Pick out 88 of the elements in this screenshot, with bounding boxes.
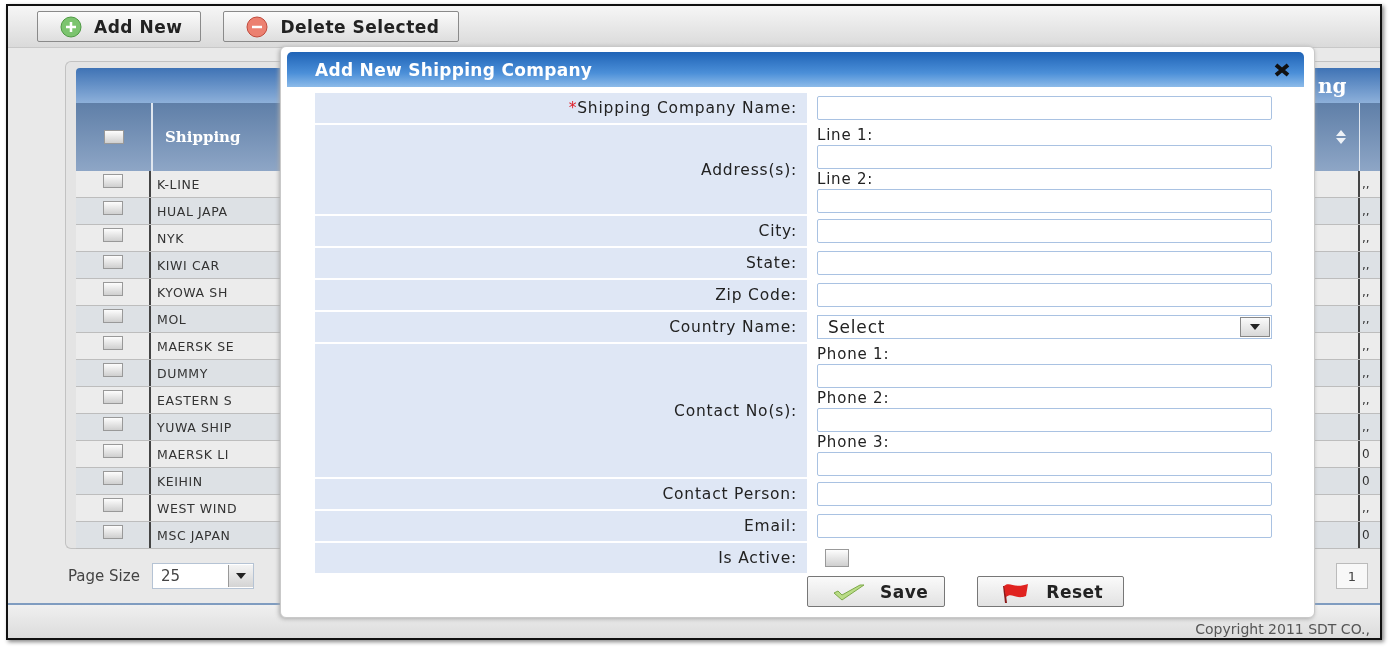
- input-field[interactable]: [817, 408, 1272, 432]
- input-field[interactable]: [817, 514, 1272, 538]
- checkbox[interactable]: [102, 498, 123, 512]
- page-size-select[interactable]: 25: [151, 563, 254, 589]
- table-cell: MAERSK SE: [157, 338, 235, 354]
- field-label: Phone 2:: [817, 390, 891, 407]
- input-field[interactable]: [817, 189, 1272, 213]
- table-cell: ,,: [1362, 258, 1370, 272]
- check-icon: [832, 582, 866, 601]
- field-label: Phone 3:: [817, 434, 891, 451]
- table-cell: ,,: [1362, 204, 1370, 218]
- save-button[interactable]: Save: [807, 576, 946, 607]
- table-cell: WEST WIND: [157, 500, 238, 516]
- field-label: Address(s):: [701, 160, 797, 179]
- checkbox[interactable]: [102, 444, 123, 458]
- input-field[interactable]: [817, 96, 1272, 120]
- table-cell: KYOWA SH: [157, 284, 228, 300]
- plus-icon: [60, 15, 82, 38]
- checkbox[interactable]: [102, 228, 123, 242]
- checkbox[interactable]: [102, 309, 123, 323]
- country-select[interactable]: Select: [817, 315, 1272, 339]
- table-cell: KEIHIN: [157, 473, 203, 489]
- copyright-text: Copyright 2011 SDT CO.,: [1195, 621, 1370, 637]
- table-cell: ,,: [1362, 231, 1370, 245]
- checkbox[interactable]: [103, 130, 124, 144]
- table-cell: 0: [1362, 474, 1370, 488]
- checkbox[interactable]: [102, 282, 123, 296]
- checkbox[interactable]: [102, 390, 123, 404]
- checkbox[interactable]: [825, 549, 849, 567]
- field-label: Line 2:: [817, 171, 875, 188]
- page-number-field[interactable]: 1: [1336, 563, 1368, 589]
- input-field[interactable]: [817, 219, 1272, 243]
- reset-button[interactable]: Reset: [977, 576, 1125, 607]
- table-cell: K-LINE: [157, 176, 200, 192]
- table-cell: HUAL JAPA: [157, 203, 228, 219]
- checkbox[interactable]: [102, 336, 123, 350]
- field-label: Country Name:: [669, 318, 797, 336]
- input-field[interactable]: [817, 364, 1272, 388]
- caret-icon: [235, 573, 246, 579]
- table-cell: DUMMY: [157, 365, 208, 381]
- field-label: Email:: [743, 517, 797, 535]
- table-cell: ,,: [1362, 501, 1370, 515]
- minus-icon: [246, 15, 269, 38]
- table-cell: YUWA SHIP: [157, 419, 232, 435]
- input-field[interactable]: [817, 452, 1272, 476]
- input-field[interactable]: [817, 145, 1272, 169]
- caret-icon: [1250, 324, 1260, 330]
- table-cell: ,,: [1362, 312, 1370, 326]
- input-field[interactable]: [817, 283, 1272, 307]
- field-label: *Shipping Company Name:: [568, 99, 797, 117]
- sort-icon[interactable]: [1335, 129, 1347, 145]
- table-cell: ,,: [1362, 366, 1370, 380]
- table-cell: MSC JAPAN: [157, 527, 231, 543]
- table-cell: KIWI CAR: [157, 257, 220, 273]
- table-cell: NYK: [157, 230, 184, 246]
- field-label: City:: [758, 222, 797, 240]
- checkbox[interactable]: [102, 471, 123, 485]
- table-cell: 0: [1362, 528, 1370, 542]
- table-cell: MOL: [157, 311, 187, 327]
- checkbox[interactable]: [102, 525, 123, 539]
- field-label: Contact No(s):: [674, 401, 797, 420]
- field-label: Phone 1:: [817, 346, 891, 363]
- add-new-button[interactable]: Add New: [37, 11, 202, 42]
- field-label: State:: [745, 254, 797, 272]
- table-cell: ,,: [1362, 285, 1370, 299]
- field-label: Line 1:: [817, 127, 875, 144]
- page-size-label: Page Size: [68, 567, 140, 585]
- dialog-title: Add New Shipping Company: [315, 59, 593, 80]
- grid-title: ng: [1318, 73, 1348, 98]
- field-label: Zip Code:: [715, 286, 797, 304]
- checkbox[interactable]: [102, 174, 123, 188]
- field-label: Contact Person:: [662, 485, 797, 503]
- input-field[interactable]: [817, 251, 1272, 275]
- checkbox[interactable]: [102, 255, 123, 269]
- close-button[interactable]: [1274, 62, 1290, 77]
- table-cell: ,,: [1362, 420, 1370, 434]
- table-cell: 0: [1362, 447, 1370, 461]
- delete-button[interactable]: Delete Selected: [223, 11, 459, 42]
- checkbox[interactable]: [102, 417, 123, 431]
- checkbox[interactable]: [102, 363, 123, 377]
- input-field[interactable]: [817, 482, 1272, 506]
- table-cell: EASTERN S: [157, 392, 233, 408]
- table-cell: MAERSK LI: [157, 446, 230, 462]
- table-cell: ,,: [1362, 393, 1370, 407]
- checkbox[interactable]: [102, 201, 123, 215]
- table-cell: ,,: [1362, 339, 1370, 353]
- table-cell: ,,: [1362, 177, 1370, 191]
- field-label: Is Active:: [718, 549, 797, 567]
